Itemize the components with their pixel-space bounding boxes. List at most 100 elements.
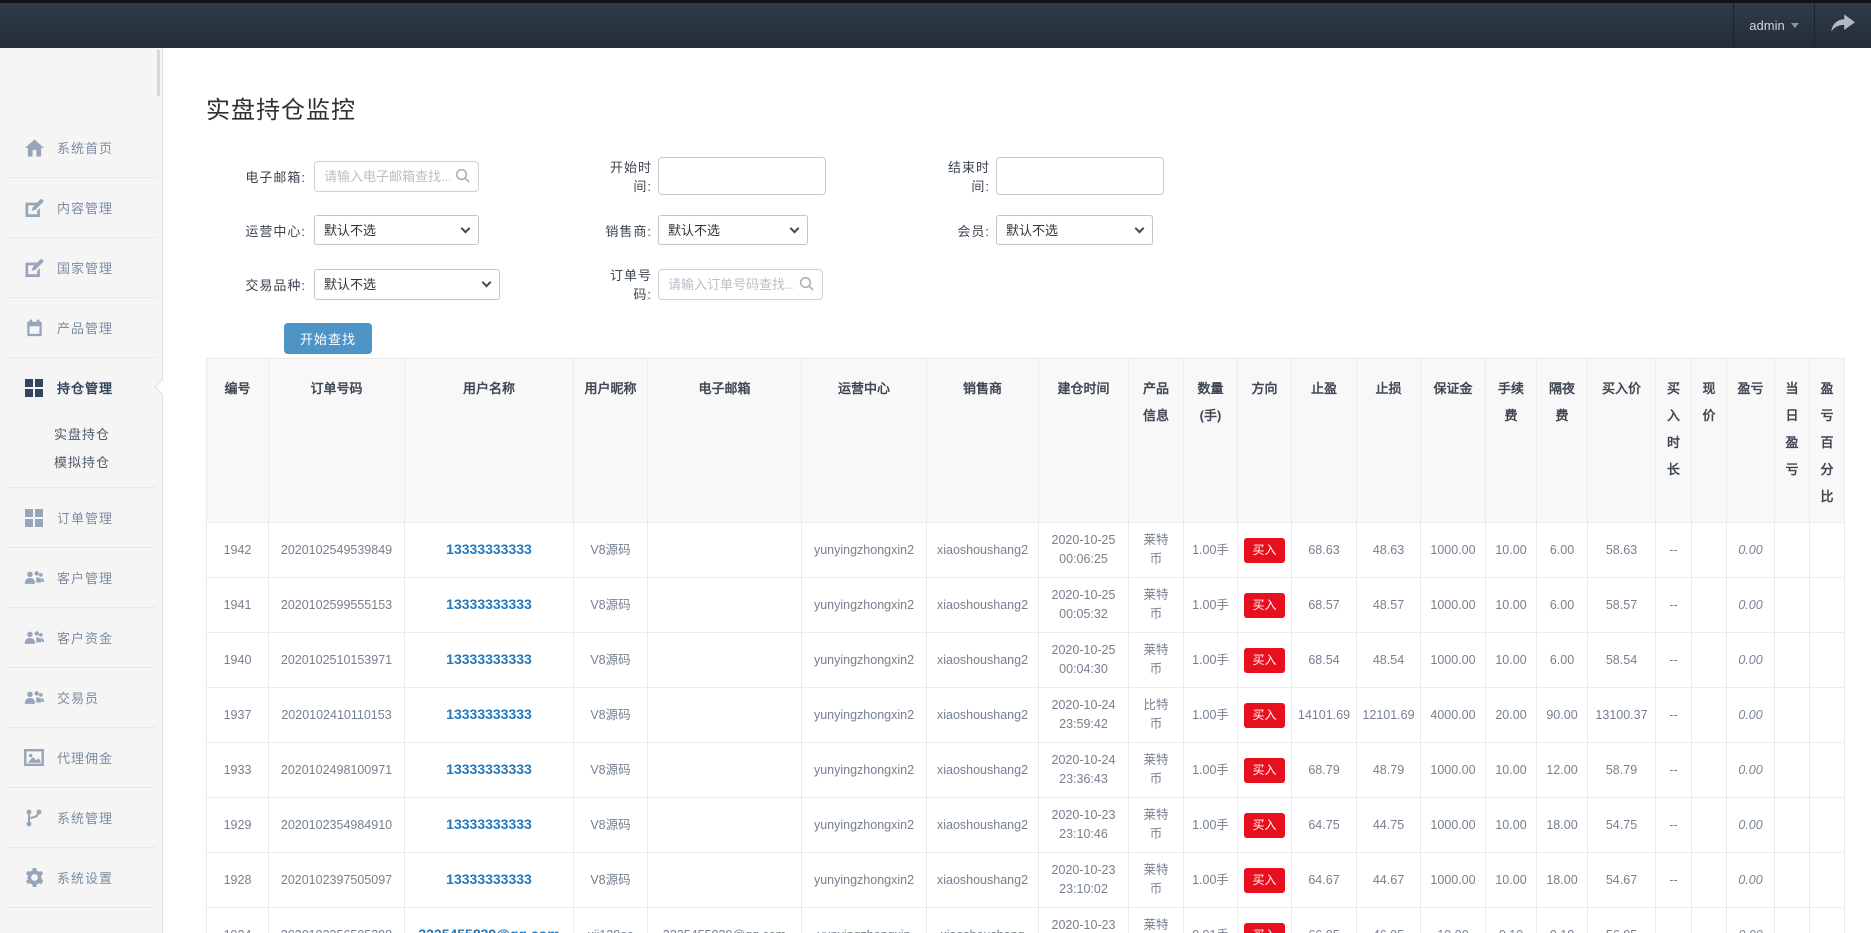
sidebar-item-12[interactable]: 系统设置 (0, 848, 162, 907)
filter-row-1: 电子邮箱: 开始时间: 结束时间: (206, 157, 1871, 195)
cell-qty: 1.00手 (1184, 798, 1238, 853)
sidebar-item-8[interactable]: 客户资金 (0, 608, 162, 667)
cell-pnl-pct (1810, 798, 1845, 853)
sidebar-item-7[interactable]: 客户管理 (0, 548, 162, 607)
search-icon[interactable] (799, 276, 815, 297)
username-link[interactable]: 13333333333 (446, 651, 532, 667)
cell-id: 1929 (207, 798, 269, 853)
cell-take-profit: 64.75 (1292, 798, 1357, 853)
cell-product: 莱特币 (1129, 633, 1184, 688)
cell-seller: xiaoshoushang2 (927, 578, 1039, 633)
grid-icon (24, 508, 44, 528)
cell-overnight-fee: 90.00 (1537, 688, 1588, 743)
cell-margin: 1000.00 (1421, 633, 1486, 688)
search-icon[interactable] (455, 168, 471, 189)
cell-pnl: 0.00 (1727, 578, 1775, 633)
cell-op-center: yunyingzhongxin2 (802, 578, 927, 633)
cell-seller: xiaoshoushang2 (927, 688, 1039, 743)
cell-username: 13333333333 (405, 688, 574, 743)
cell-current-price (1692, 853, 1727, 908)
cell-day-pnl (1775, 688, 1810, 743)
cell-stop-loss: 48.57 (1357, 578, 1421, 633)
cell-day-pnl (1775, 633, 1810, 688)
table-row: 1937202010241011015313333333333V8源码yunyi… (207, 688, 1845, 743)
cell-username: 13333333333 (405, 523, 574, 578)
users-icon (24, 628, 44, 648)
cell-open-time: 2020-10-23 14:38:00 (1039, 908, 1129, 933)
cell-duration: -- (1656, 688, 1692, 743)
cell-duration: -- (1656, 743, 1692, 798)
cell-nickname: V8源码 (574, 633, 648, 688)
col-header-id: 编号 (207, 359, 269, 523)
username-link[interactable]: 13333333333 (446, 706, 532, 722)
positions-table: 编号订单号码用户名称用户昵称电子邮箱运营中心销售商建仓时间产品信息数量(手)方向… (206, 358, 1845, 933)
cell-open-time: 2020-10-23 23:10:46 (1039, 798, 1129, 853)
username-link[interactable]: 13333333333 (446, 871, 532, 887)
sidebar-item-3[interactable]: 国家管理 (0, 238, 162, 297)
member-select[interactable]: 默认不选 (996, 215, 1153, 245)
pnl-value: 0.00 (1738, 543, 1762, 557)
chevron-down-icon (1791, 23, 1799, 28)
cell-take-profit: 68.54 (1292, 633, 1357, 688)
cell-order-no: 2020102397505097 (269, 853, 405, 908)
direction-badge: 买入 (1244, 868, 1284, 893)
cell-direction: 买入 (1238, 633, 1292, 688)
sidebar-subitem-2[interactable]: 模拟持仓 (0, 449, 162, 477)
sidebar-item-5[interactable]: 持仓管理 (0, 358, 162, 417)
page-title: 实盘持仓监控 (206, 90, 1871, 125)
username-link[interactable]: 13333333333 (446, 541, 532, 557)
cell-qty: 1.00手 (1184, 853, 1238, 908)
operation-center-select[interactable]: 默认不选 (314, 215, 479, 245)
start-time-input[interactable] (658, 157, 826, 195)
trade-type-select[interactable]: 默认不选 (314, 269, 500, 300)
cell-stop-loss: 48.79 (1357, 743, 1421, 798)
cell-buy-price: 13100.37 (1588, 688, 1656, 743)
cell-order-no: 2020102354984910 (269, 798, 405, 853)
cell-take-profit: 68.79 (1292, 743, 1357, 798)
sidebar-item-label: 交易员 (57, 688, 99, 707)
username-link[interactable]: 13333333333 (446, 596, 532, 612)
username-link[interactable]: 13333333333 (446, 761, 532, 777)
sidebar-item-1[interactable]: 系统首页 (0, 118, 162, 177)
sidebar-item-11[interactable]: 系统管理 (0, 788, 162, 847)
cell-direction: 买入 (1238, 578, 1292, 633)
cell-buy-price: 58.54 (1588, 633, 1656, 688)
sidebar-item-9[interactable]: 交易员 (0, 668, 162, 727)
sidebar-subitem-1[interactable]: 实盘持仓 (0, 421, 162, 449)
cell-pnl-pct (1810, 633, 1845, 688)
search-button[interactable]: 开始查找 (284, 323, 372, 354)
cell-product: 莱特币 (1129, 523, 1184, 578)
cell-id: 1928 (207, 853, 269, 908)
cell-email: 3225455839@qq.com (648, 908, 802, 933)
cell-email (648, 798, 802, 853)
sidebar-item-2[interactable]: 内容管理 (0, 178, 162, 237)
sidebar-item-label: 代理佣金 (57, 748, 113, 767)
cell-op-center: yunyingzhongxin2 (802, 743, 927, 798)
username-link[interactable]: 3225455839@qq.com (418, 926, 559, 933)
cell-duration: -- (1656, 798, 1692, 853)
sidebar-item-10[interactable]: 代理佣金 (0, 728, 162, 787)
table-row: 1933202010249810097113333333333V8源码yunyi… (207, 743, 1845, 798)
sidebar-item-label: 订单管理 (57, 508, 113, 527)
cell-day-pnl (1775, 578, 1810, 633)
cell-open-time: 2020-10-24 23:36:43 (1039, 743, 1129, 798)
order-no-label: 订单号码: (594, 265, 652, 303)
sidebar-item-4[interactable]: 产品管理 (0, 298, 162, 357)
cell-open-time: 2020-10-23 23:10:02 (1039, 853, 1129, 908)
cell-seller: xiaoshoushang (927, 908, 1039, 933)
cell-fee: 20.00 (1486, 688, 1537, 743)
cell-current-price (1692, 688, 1727, 743)
seller-select[interactable]: 默认不选 (658, 215, 808, 245)
logout-button[interactable] (1815, 3, 1871, 48)
cell-pnl: 0.00 (1727, 523, 1775, 578)
cell-direction: 买入 (1238, 688, 1292, 743)
gear-icon (24, 868, 44, 888)
username-link[interactable]: 13333333333 (446, 816, 532, 832)
cell-email (648, 688, 802, 743)
admin-dropdown[interactable]: admin (1733, 3, 1815, 48)
end-time-input[interactable] (996, 157, 1164, 195)
cell-take-profit: 68.57 (1292, 578, 1357, 633)
edit-icon (24, 198, 44, 218)
sidebar-item-6[interactable]: 订单管理 (0, 488, 162, 547)
sidebar-scrollbar[interactable] (157, 50, 160, 96)
